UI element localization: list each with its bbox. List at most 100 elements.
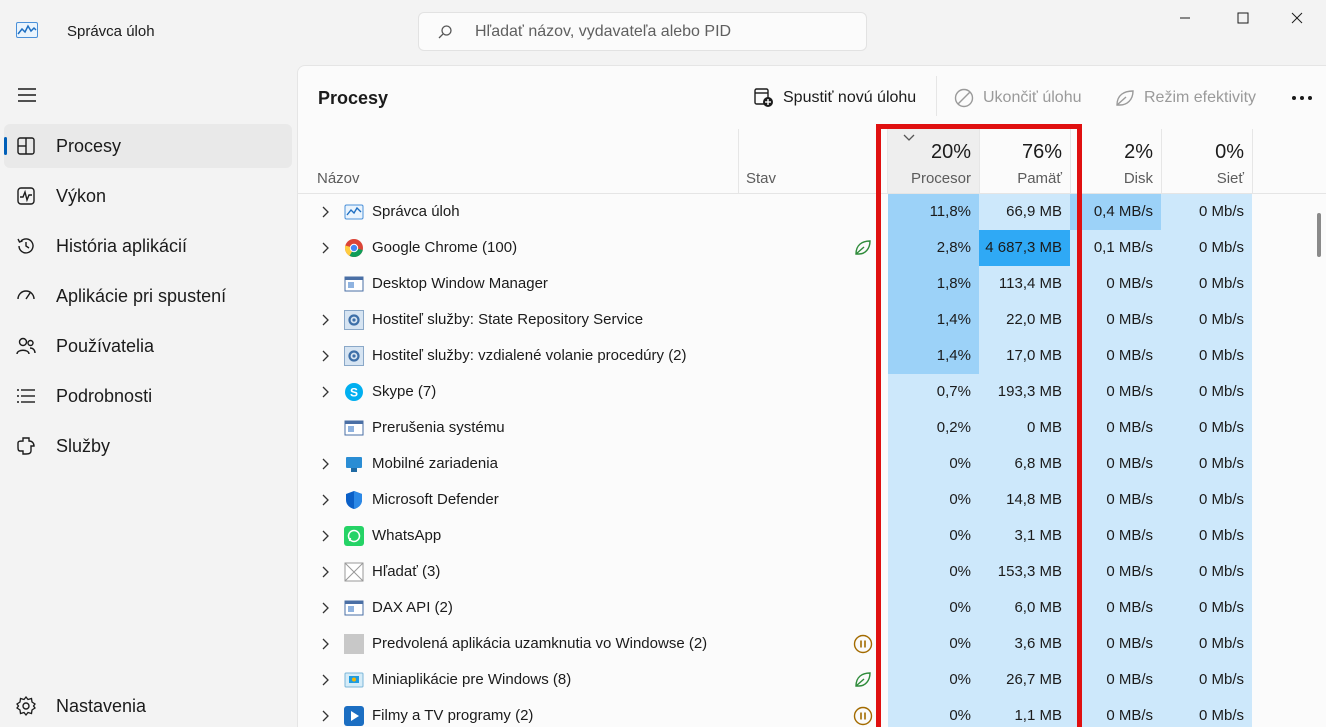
window-icon <box>344 274 364 294</box>
cpu-cell: 0% <box>888 554 979 590</box>
sidebar-item-processes[interactable]: Procesy <box>4 124 292 168</box>
table-row[interactable]: 1,8% 113,4 MB 0 MB/s 0 Mb/s Desktop Wind… <box>298 266 1253 302</box>
memory-cell: 193,3 MB <box>979 374 1070 410</box>
search-input[interactable] <box>475 21 855 43</box>
table-row[interactable]: 0% 3,6 MB 0 MB/s 0 Mb/s Predvolená aplik… <box>298 626 1253 662</box>
table-row[interactable]: 0% 153,3 MB 0 MB/s 0 Mb/s Hľadať (3) <box>298 554 1253 590</box>
network-cell: 0 Mb/s <box>1161 518 1252 554</box>
memory-label: Pamäť <box>1017 170 1062 187</box>
network-cell: 0 Mb/s <box>1161 626 1252 662</box>
minimize-icon <box>1180 17 1190 19</box>
chevron-right-icon[interactable] <box>320 602 330 614</box>
gear-icon <box>344 346 364 366</box>
cpu-cell: 1,4% <box>888 338 979 374</box>
app-title: Správca úloh <box>67 23 155 40</box>
table-row[interactable]: 0% 6,0 MB 0 MB/s 0 Mb/s DAX API (2) <box>298 590 1253 626</box>
column-divider <box>738 129 739 193</box>
more-options-button[interactable] <box>1288 86 1316 110</box>
process-name: Hostiteľ služby: State Repository Servic… <box>372 311 644 328</box>
close-button[interactable] <box>1268 0 1326 36</box>
chevron-right-icon[interactable] <box>320 458 330 470</box>
chevron-right-icon[interactable] <box>320 674 330 686</box>
chevron-right-icon[interactable] <box>320 206 330 218</box>
table-row[interactable]: 11,8% 66,9 MB 0,4 MB/s 0 Mb/s Správca úl… <box>298 194 1253 230</box>
sidebar-item-performance[interactable]: Výkon <box>4 174 292 218</box>
users-icon <box>16 337 36 355</box>
sidebar-item-settings[interactable]: Nastavenia <box>4 684 292 727</box>
title-bar: Správca úloh <box>0 0 1326 64</box>
chevron-right-icon[interactable] <box>320 566 330 578</box>
chevron-right-icon[interactable] <box>320 314 330 326</box>
column-header-status[interactable]: Stav <box>746 170 776 187</box>
network-cell: 0 Mb/s <box>1161 698 1252 727</box>
chevron-right-icon[interactable] <box>320 242 330 254</box>
memory-cell: 6,8 MB <box>979 446 1070 482</box>
efficiency-mode-button[interactable]: Režim efektivity <box>1114 85 1256 111</box>
processes-icon <box>17 137 35 155</box>
search-box[interactable] <box>418 12 867 51</box>
cpu-cell: 11,8% <box>888 194 979 230</box>
performance-icon <box>17 187 35 205</box>
table-row[interactable]: 0% 6,8 MB 0 MB/s 0 Mb/s Mobilné zariaden… <box>298 446 1253 482</box>
table-row[interactable]: 0,2% 0 MB 0 MB/s 0 Mb/s Prerušenia systé… <box>298 410 1253 446</box>
cpu-cell: 0% <box>888 698 979 727</box>
sidebar-item-label: Aplikácie pri spustení <box>56 285 227 306</box>
process-name: Hostiteľ služby: vzdialené volanie proce… <box>372 347 687 364</box>
column-divider <box>1161 129 1162 193</box>
table-row[interactable]: 0,7% 193,3 MB 0 MB/s 0 Mb/s S Skype (7) <box>298 374 1253 410</box>
end-task-button[interactable]: Ukončiť úlohu <box>953 85 1082 111</box>
chevron-right-icon[interactable] <box>320 350 330 362</box>
process-name: Hľadať (3) <box>372 563 441 580</box>
column-header-name[interactable]: Názov <box>317 170 360 187</box>
network-label: Sieť <box>1216 170 1244 187</box>
disk-cell: 0 MB/s <box>1070 662 1161 698</box>
whatsapp-icon <box>344 526 364 546</box>
startup-icon <box>17 290 35 300</box>
chevron-right-icon[interactable] <box>320 638 330 650</box>
hamburger-menu-button[interactable] <box>14 84 40 106</box>
run-new-task-button[interactable]: Spustiť novú úlohu <box>753 85 916 111</box>
disk-cell: 0 MB/s <box>1070 302 1161 338</box>
table-row[interactable]: 0% 3,1 MB 0 MB/s 0 Mb/s WhatsApp <box>298 518 1253 554</box>
chevron-right-icon[interactable] <box>320 494 330 506</box>
table-row[interactable]: 0% 14,8 MB 0 MB/s 0 Mb/s Microsoft Defen… <box>298 482 1253 518</box>
sidebar-item-startup-apps[interactable]: Aplikácie pri spustení <box>4 274 292 318</box>
status-empty <box>853 454 873 474</box>
table-row[interactable]: 0% 1,1 MB 0 MB/s 0 Mb/s Filmy a TV progr… <box>298 698 1253 727</box>
cpu-cell: 0% <box>888 482 979 518</box>
column-divider <box>887 129 888 193</box>
suspended-pause-icon <box>853 706 873 726</box>
window-icon <box>344 418 364 438</box>
memory-total: 76% <box>1021 141 1062 163</box>
memory-cell: 153,3 MB <box>979 554 1070 590</box>
network-cell: 0 Mb/s <box>1161 446 1252 482</box>
sidebar-item-label: História aplikácií <box>56 235 188 256</box>
memory-cell: 0 MB <box>979 410 1070 446</box>
status-empty <box>853 562 873 582</box>
sidebar-item-app-history[interactable]: História aplikácií <box>4 224 292 268</box>
table-row[interactable]: 1,4% 22,0 MB 0 MB/s 0 Mb/s Hostiteľ služ… <box>298 302 1253 338</box>
search-icon <box>438 25 452 39</box>
table-row[interactable]: 1,4% 17,0 MB 0 MB/s 0 Mb/s Hostiteľ služ… <box>298 338 1253 374</box>
process-name: Predvolená aplikácia uzamknutia vo Windo… <box>372 635 708 652</box>
network-total: 0% <box>1215 141 1244 163</box>
vertical-scrollbar[interactable] <box>1317 213 1321 257</box>
minimize-button[interactable] <box>1156 0 1214 36</box>
chevron-right-icon[interactable] <box>320 530 330 542</box>
leaf-icon <box>1116 90 1134 106</box>
sidebar-item-services[interactable]: Služby <box>4 424 292 468</box>
table-row[interactable]: 0% 26,7 MB 0 MB/s 0 Mb/s Miniaplikácie p… <box>298 662 1253 698</box>
chevron-right-icon[interactable] <box>320 386 330 398</box>
table-row[interactable]: 2,8% 4 687,3 MB 0,1 MB/s 0 Mb/s Google C… <box>298 230 1253 266</box>
network-cell: 0 Mb/s <box>1161 662 1252 698</box>
sidebar-item-users[interactable]: Používatelia <box>4 324 292 368</box>
cpu-cell: 0,2% <box>888 410 979 446</box>
sidebar-item-details[interactable]: Podrobnosti <box>4 374 292 418</box>
efficiency-leaf-icon <box>853 238 873 258</box>
status-empty <box>853 202 873 222</box>
chevron-right-icon[interactable] <box>320 710 330 722</box>
maximize-button[interactable] <box>1214 0 1272 36</box>
network-cell: 0 Mb/s <box>1161 338 1252 374</box>
task-manager-app-icon <box>16 22 38 38</box>
end-task-icon <box>954 88 974 108</box>
